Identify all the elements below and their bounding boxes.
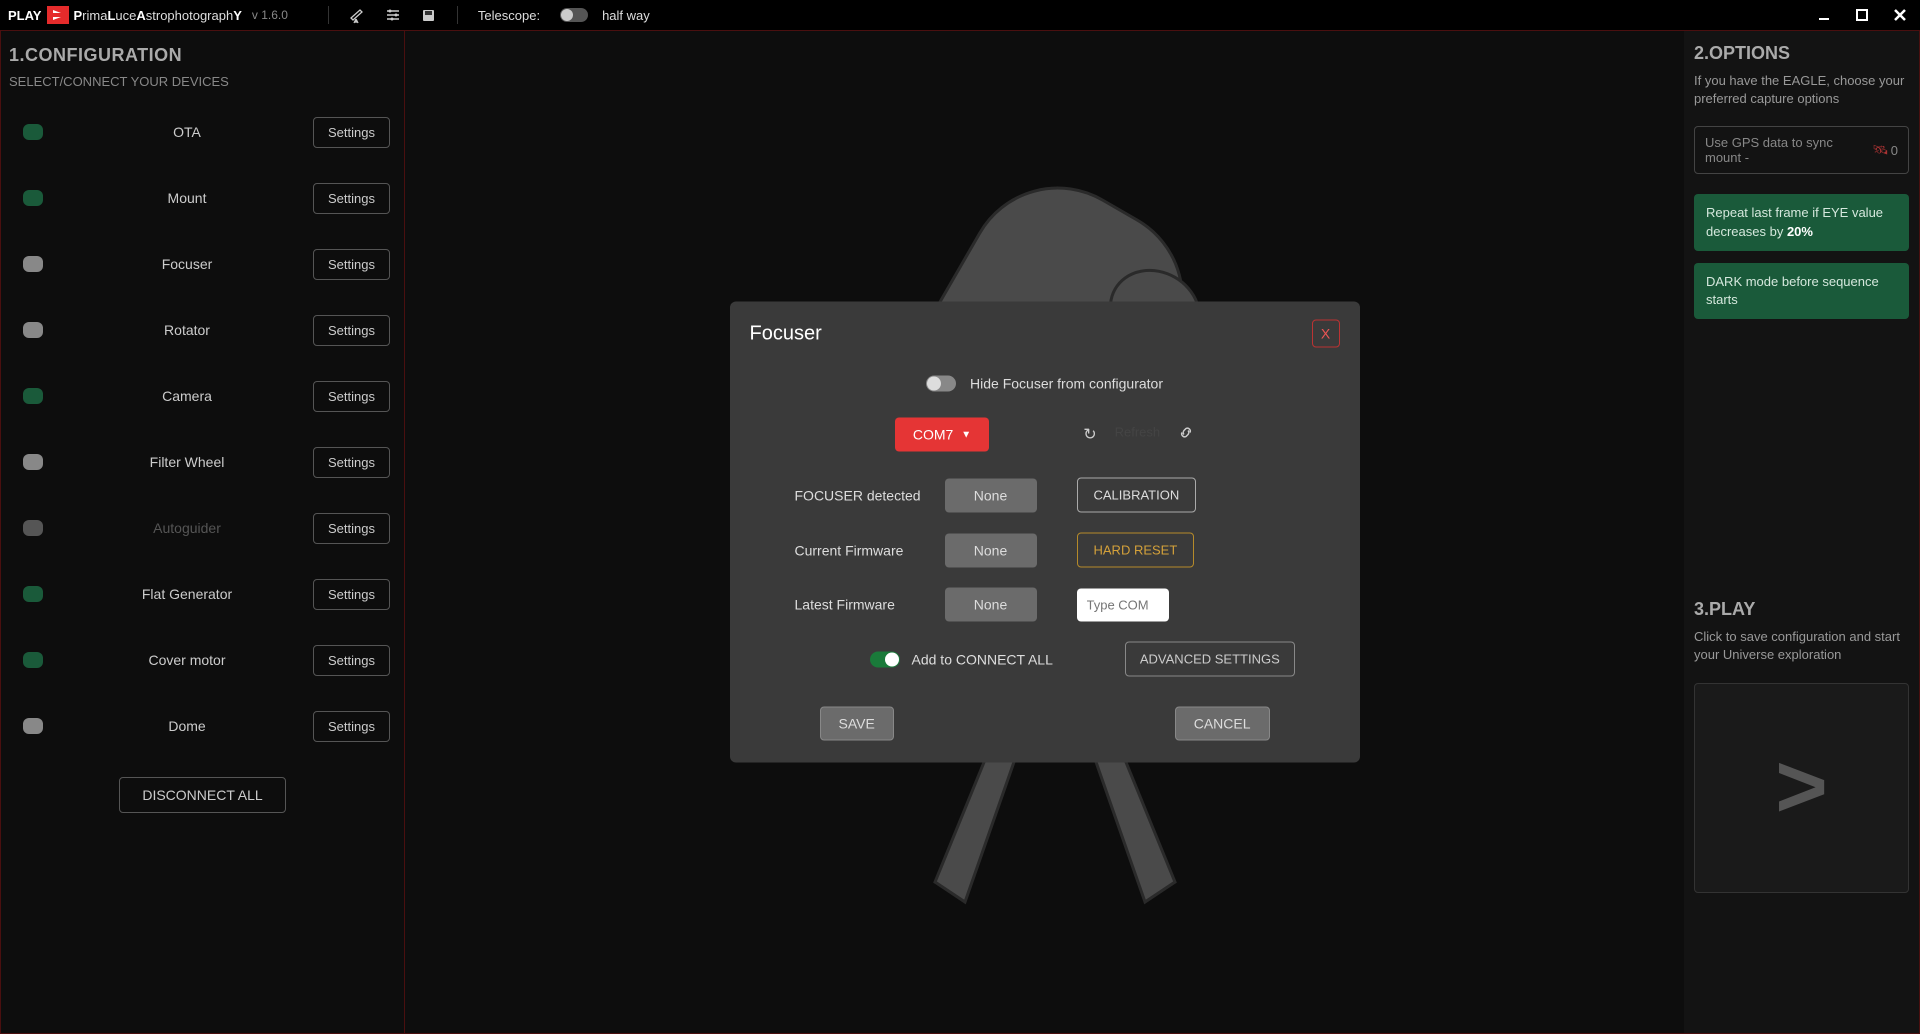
- device-settings-button[interactable]: Settings: [313, 315, 390, 346]
- telescope-toggle[interactable]: [560, 8, 588, 22]
- device-row-focuser: Focuser Settings: [9, 231, 396, 297]
- com-port-dropdown[interactable]: COM7▼: [895, 418, 989, 452]
- device-settings-button[interactable]: Settings: [313, 513, 390, 544]
- hide-focuser-label: Hide Focuser from configurator: [970, 376, 1163, 392]
- device-row-camera: Camera Settings: [9, 363, 396, 429]
- options-desc: If you have the EAGLE, choose your prefe…: [1694, 72, 1909, 108]
- device-settings-button[interactable]: Settings: [313, 249, 390, 280]
- device-row-autoguider: Autoguider Settings: [9, 495, 396, 561]
- device-name: Rotator: [61, 322, 313, 338]
- hide-focuser-toggle[interactable]: [926, 376, 956, 392]
- top-bar: PLAY PrimaLuceAstrophotographY v 1.6.0 T…: [0, 0, 1920, 30]
- configuration-subtitle: SELECT/CONNECT YOUR DEVICES: [9, 74, 396, 89]
- close-icon[interactable]: [1888, 3, 1912, 27]
- detected-value: None: [945, 478, 1037, 512]
- device-icon: [15, 180, 51, 216]
- hard-reset-button[interactable]: HARD RESET: [1077, 533, 1195, 568]
- telescope-label: Telescope:: [478, 8, 540, 23]
- device-icon: [15, 642, 51, 678]
- play-label: PLAY: [8, 8, 41, 23]
- configuration-panel: 1.CONFIGURATION SELECT/CONNECT YOUR DEVI…: [0, 30, 405, 1034]
- device-row-ota: OTA Settings: [9, 99, 396, 165]
- add-connect-all-label: Add to CONNECT ALL: [912, 651, 1053, 667]
- device-name: OTA: [61, 124, 313, 140]
- device-row-filter-wheel: Filter Wheel Settings: [9, 429, 396, 495]
- play-arrow-icon: >: [1775, 736, 1828, 839]
- disconnect-all-button[interactable]: DISCONNECT ALL: [119, 777, 285, 813]
- save-disk-icon[interactable]: [419, 5, 439, 25]
- center-canvas: Focuser X Hide Focuser from configurator…: [405, 30, 1684, 1034]
- device-row-rotator: Rotator Settings: [9, 297, 396, 363]
- device-row-flat-generator: Flat Generator Settings: [9, 561, 396, 627]
- divider: [328, 6, 329, 24]
- type-com-input[interactable]: [1077, 588, 1169, 621]
- device-name: Filter Wheel: [61, 454, 313, 470]
- configuration-title: 1.CONFIGURATION: [9, 45, 396, 66]
- refresh-icon[interactable]: ↻: [1083, 424, 1096, 445]
- device-icon: [15, 576, 51, 612]
- brand-name: PrimaLuceAstrophotographY: [73, 8, 241, 23]
- gps-sync-option[interactable]: Use GPS data to sync mount - 🛰 0: [1694, 126, 1909, 174]
- telescope-icon[interactable]: [347, 5, 367, 25]
- repeat-frame-option[interactable]: Repeat last frame if EYE value decreases…: [1694, 194, 1909, 250]
- current-firmware-label: Current Firmware: [795, 542, 945, 558]
- satellite-icon: 🛰: [1872, 142, 1889, 158]
- device-name: Flat Generator: [61, 586, 313, 602]
- device-name: Mount: [61, 190, 313, 206]
- dark-mode-option[interactable]: DARK mode before sequence starts: [1694, 263, 1909, 319]
- modal-title: Focuser: [750, 322, 822, 345]
- latest-firmware-label: Latest Firmware: [795, 597, 945, 613]
- device-icon: [15, 708, 51, 744]
- gps-count: 0: [1891, 143, 1898, 158]
- logo-icon: [47, 6, 69, 24]
- play-button[interactable]: >: [1694, 683, 1909, 893]
- play-desc: Click to save configuration and start yo…: [1694, 628, 1909, 664]
- device-name: Dome: [61, 718, 313, 734]
- device-name: Cover motor: [61, 652, 313, 668]
- version-label: v 1.6.0: [252, 8, 288, 22]
- device-icon: [15, 378, 51, 414]
- current-firmware-value: None: [945, 533, 1037, 567]
- advanced-settings-button[interactable]: ADVANCED SETTINGS: [1125, 642, 1295, 677]
- device-settings-button[interactable]: Settings: [313, 447, 390, 478]
- chevron-down-icon: ▼: [961, 429, 971, 440]
- device-settings-button[interactable]: Settings: [313, 381, 390, 412]
- save-button[interactable]: SAVE: [820, 707, 894, 741]
- device-row-dome: Dome Settings: [9, 693, 396, 759]
- focuser-modal: Focuser X Hide Focuser from configurator…: [730, 302, 1360, 763]
- refresh-label: Refresh: [1115, 424, 1161, 445]
- device-name: Autoguider: [61, 520, 313, 536]
- device-name: Focuser: [61, 256, 313, 272]
- options-panel: 2.OPTIONS If you have the EAGLE, choose …: [1684, 30, 1920, 1034]
- minimize-icon[interactable]: [1812, 3, 1836, 27]
- play-title: 3.PLAY: [1694, 599, 1909, 620]
- device-icon: [15, 510, 51, 546]
- device-icon: [15, 444, 51, 480]
- link-icon[interactable]: [1178, 424, 1194, 445]
- options-title: 2.OPTIONS: [1694, 43, 1909, 64]
- maximize-icon[interactable]: [1850, 3, 1874, 27]
- device-settings-button[interactable]: Settings: [313, 117, 390, 148]
- add-connect-all-toggle[interactable]: [870, 651, 900, 667]
- device-row-mount: Mount Settings: [9, 165, 396, 231]
- device-icon: [15, 246, 51, 282]
- device-icon: [15, 114, 51, 150]
- detected-label: FOCUSER detected: [795, 487, 945, 503]
- cancel-button[interactable]: CANCEL: [1175, 707, 1270, 741]
- sliders-icon[interactable]: [383, 5, 403, 25]
- device-settings-button[interactable]: Settings: [313, 183, 390, 214]
- device-name: Camera: [61, 388, 313, 404]
- divider: [457, 6, 458, 24]
- device-icon: [15, 312, 51, 348]
- latest-firmware-value: None: [945, 588, 1037, 622]
- device-row-cover-motor: Cover motor Settings: [9, 627, 396, 693]
- device-settings-button[interactable]: Settings: [313, 711, 390, 742]
- halfway-label: half way: [602, 8, 650, 23]
- device-settings-button[interactable]: Settings: [313, 645, 390, 676]
- modal-close-button[interactable]: X: [1312, 320, 1340, 348]
- calibration-button[interactable]: CALIBRATION: [1077, 478, 1197, 513]
- device-settings-button[interactable]: Settings: [313, 579, 390, 610]
